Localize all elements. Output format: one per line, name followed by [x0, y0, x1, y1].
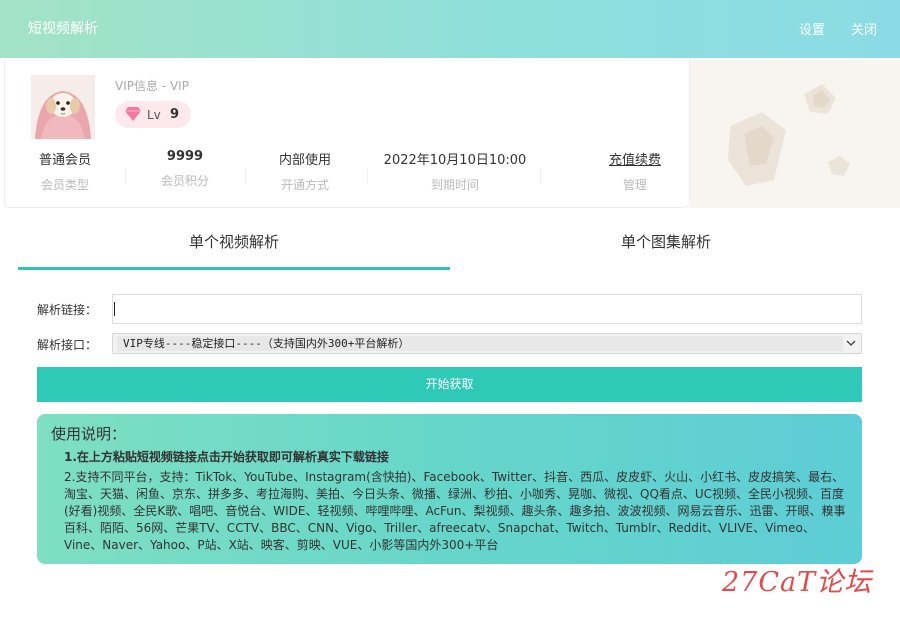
url-label: 解析链接： [37, 303, 98, 317]
stat-label: 到期时间 [430, 178, 479, 192]
settings-button[interactable]: 设置 [799, 19, 825, 38]
stat-activation-method: 内部使用 开通方式 [267, 149, 343, 193]
stat-member-points: 9999 会员积分 [147, 149, 223, 189]
api-label: 解析接口： [37, 338, 98, 352]
forum-watermark: 27CaT论坛 [722, 567, 873, 598]
divider [245, 168, 246, 184]
recharge-link[interactable]: 充值续费 [597, 149, 673, 168]
stat-label: 开通方式 [280, 178, 329, 192]
text-caret [114, 302, 115, 316]
instructions-line-1: 1.在上方粘贴短视频链接点击开始获取即可解析真实下载链接 [64, 450, 389, 464]
stat-member-type: 普通会员 会员类型 [27, 149, 103, 193]
close-button[interactable]: 关闭 [851, 19, 877, 38]
stat-value: 内部使用 [278, 153, 331, 168]
divider [540, 168, 541, 184]
stat-label: 管理 [622, 178, 647, 192]
title-bar: 短视频解析 设置 关闭 [0, 0, 900, 58]
stat-label: 会员类型 [40, 178, 89, 192]
app-title: 短视频解析 [28, 21, 98, 37]
instructions-line-2: 2.支持不同平台，支持：TikTok、YouTube、Instagram(含快拍… [64, 470, 846, 552]
decorative-gems [690, 60, 900, 208]
chevron-down-icon [846, 340, 856, 346]
stat-manage: 充值续费 管理 [597, 149, 673, 193]
level-number: 9 [170, 107, 180, 122]
tab-single-video[interactable]: 单个视频解析 [18, 222, 450, 270]
api-select[interactable]: VIP专线----稳定接口----（支持国内外300+平台解析） [112, 333, 862, 354]
divider [125, 168, 126, 184]
level-badge: Lv 9 [115, 101, 191, 128]
stat-value: 2022年10月10日10:00 [383, 153, 527, 168]
tab-single-album[interactable]: 单个图集解析 [450, 222, 882, 270]
tab-bar: 单个视频解析 单个图集解析 [18, 222, 882, 270]
api-selected-value: VIP专线----稳定接口----（支持国内外300+平台解析） [117, 336, 843, 351]
level-prefix: Lv [147, 108, 161, 122]
diamond-icon [125, 107, 141, 121]
url-input[interactable] [112, 294, 862, 324]
stat-label: 会员积分 [160, 174, 209, 188]
user-card: VIP信息 - VIP Lv 9 普通会员 会员类型 9999 会员积分 内部使… [4, 58, 690, 208]
vip-info-label: VIP信息 - VIP [115, 79, 189, 93]
stat-value: 普通会员 [38, 153, 91, 168]
stat-value: 9999 [166, 149, 204, 164]
divider [367, 168, 368, 184]
avatar [31, 75, 95, 139]
instructions-panel: 使用说明： 1.在上方粘贴短视频链接点击开始获取即可解析真实下载链接 2.支持不… [37, 414, 862, 564]
start-button[interactable]: 开始获取 [37, 367, 862, 402]
stat-expiry: 2022年10月10日10:00 到期时间 [381, 149, 529, 193]
instructions-heading: 使用说明： [51, 425, 127, 443]
